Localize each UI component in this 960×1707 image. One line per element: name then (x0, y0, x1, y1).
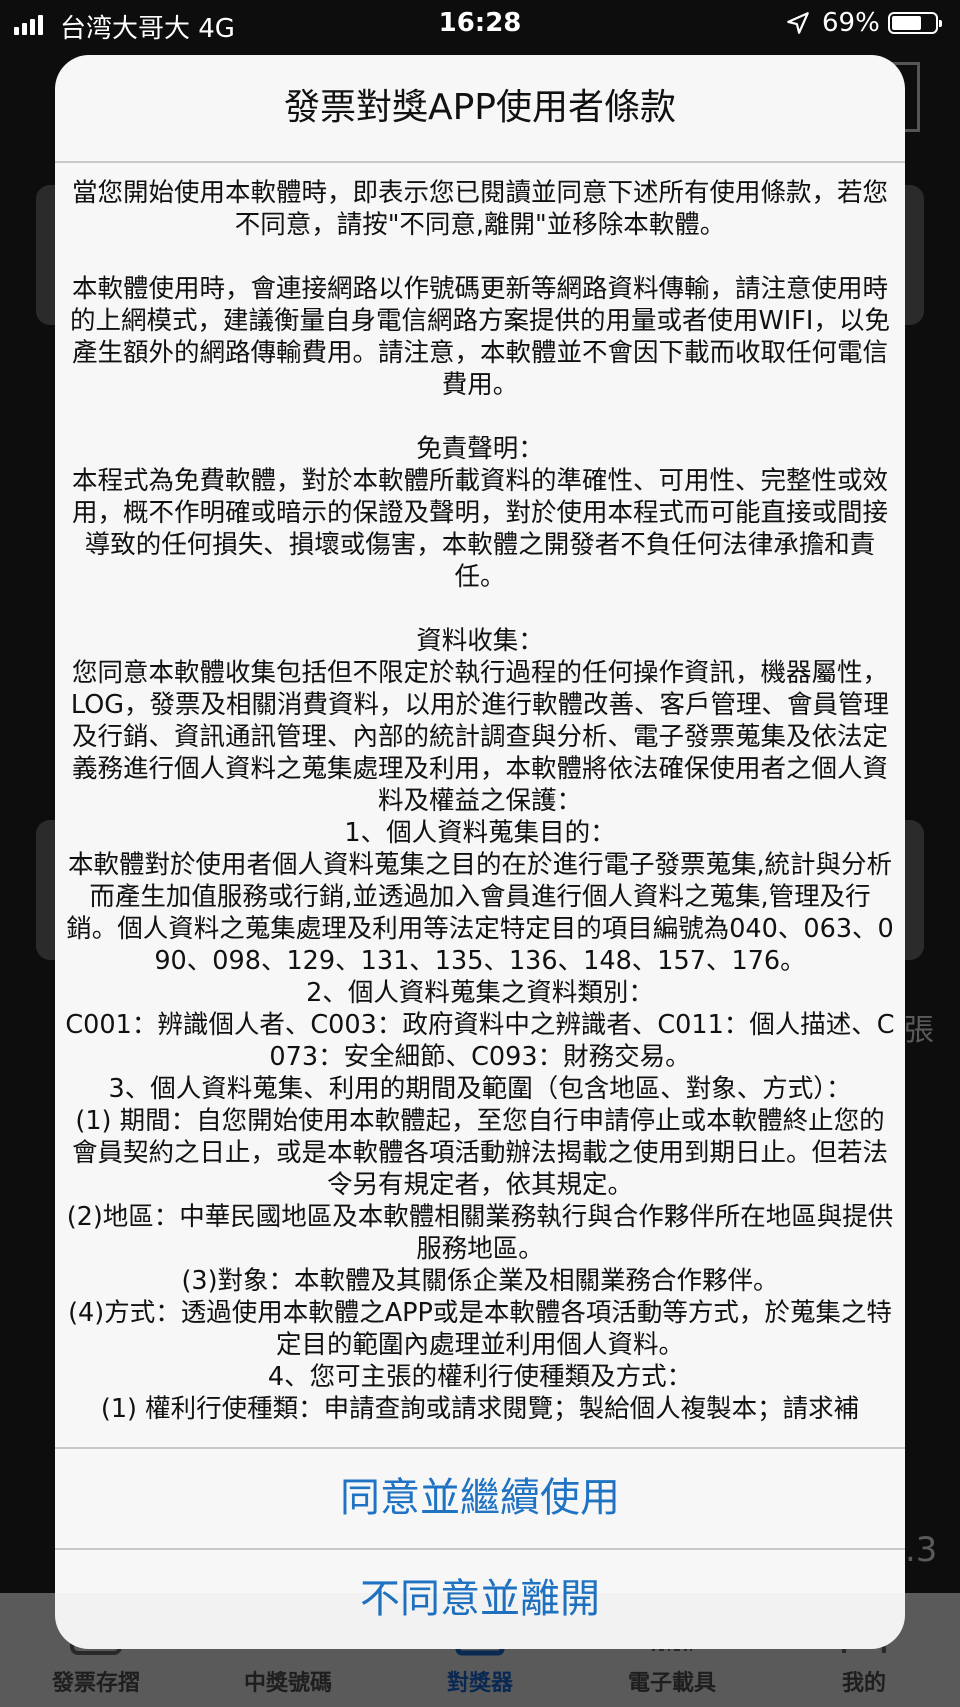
agree-continue-button[interactable]: 同意並繼續使用 (55, 1448, 905, 1548)
tab-label: 我的 (841, 1671, 886, 1696)
battery-icon (888, 12, 942, 34)
terms-text: 當您開始使用本軟體時，即表示您已閱讀並同意下述所有使用條款，若您不同意，請按"不… (65, 178, 895, 1424)
tab-label: 發票存摺 (51, 1671, 140, 1696)
background-partial-number: .3 (905, 1530, 938, 1570)
terms-dialog: 發票對獎APP使用者條款 當您開始使用本軟體時，即表示您已閱讀並同意下述所有使用… (55, 55, 905, 1649)
dialog-title: 發票對獎APP使用者條款 (283, 87, 677, 128)
battery-percent: 69% (822, 8, 880, 38)
background-partial-text: 張 (904, 1013, 934, 1048)
tab-label: 對獎器 (446, 1671, 513, 1696)
clock: 16:28 (438, 8, 522, 38)
terms-scroll-area[interactable]: 當您開始使用本軟體時，即表示您已閱讀並同意下述所有使用條款，若您不同意，請按"不… (55, 163, 905, 1500)
disagree-leave-button[interactable]: 不同意並離開 (55, 1549, 905, 1649)
tab-label: 中獎號碼 (243, 1671, 332, 1696)
app-screen: 台湾大哥大 4G 16:28 69% 張 .3 發票存摺 中獎號碼 對獎器 電子… (0, 0, 960, 1707)
location-arrow-icon (787, 12, 809, 34)
status-bar: 台湾大哥大 4G 16:28 69% (0, 0, 960, 50)
tab-label: 電子載具 (627, 1671, 716, 1696)
